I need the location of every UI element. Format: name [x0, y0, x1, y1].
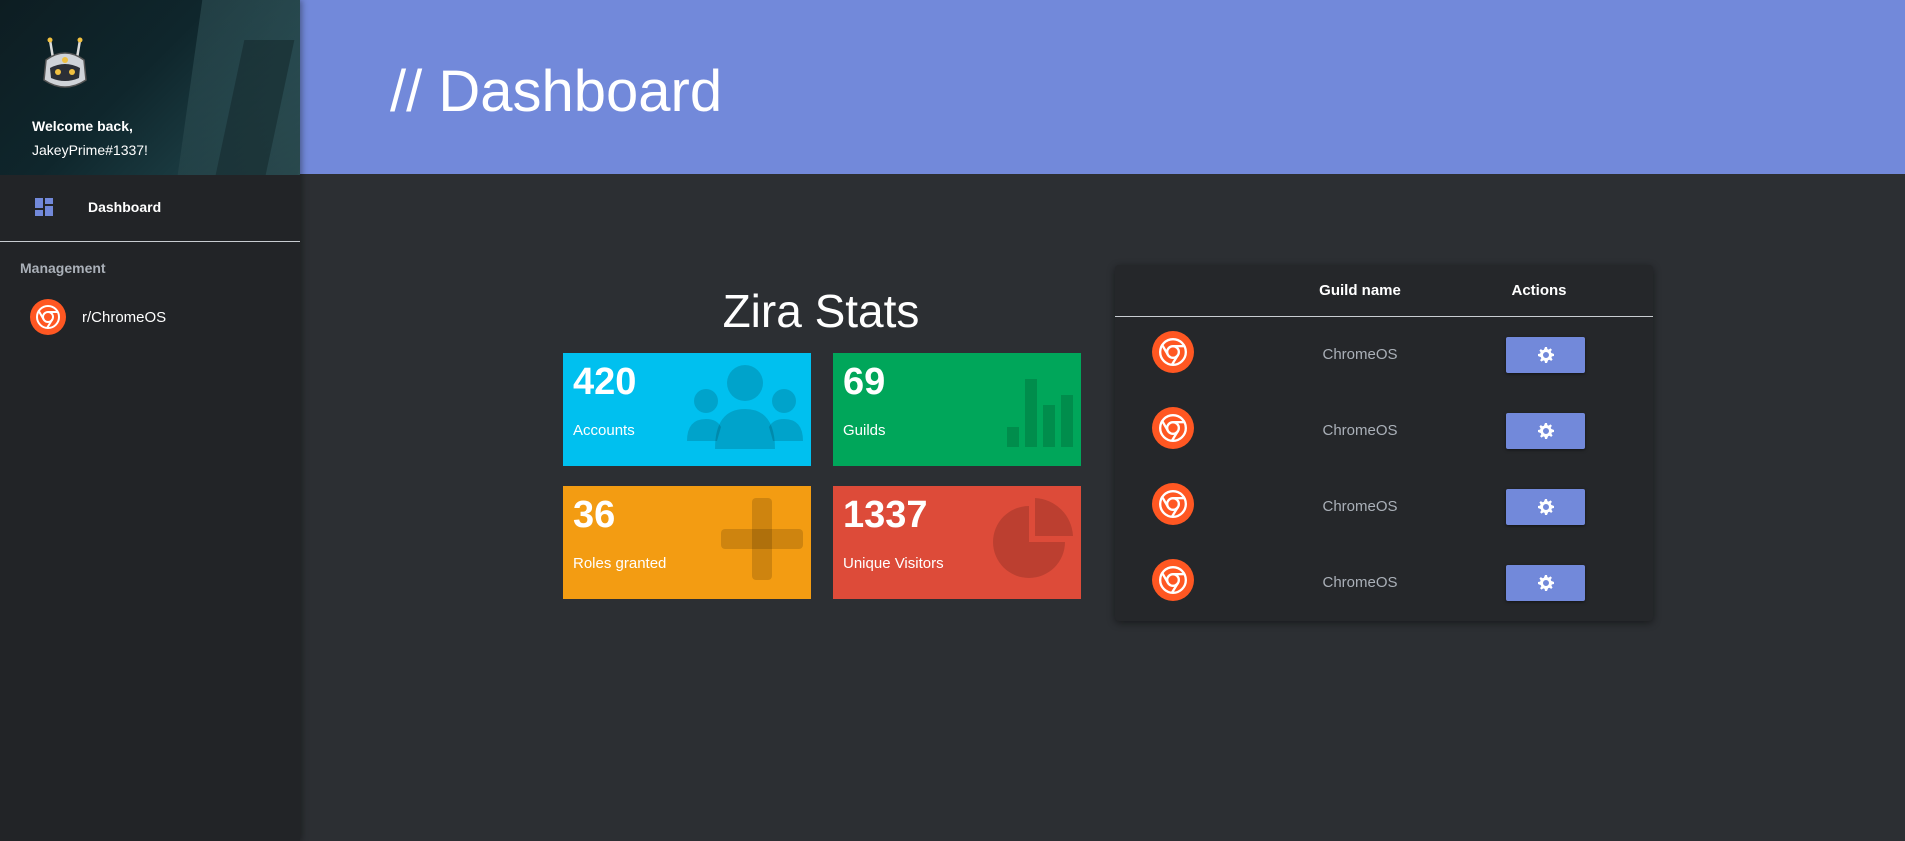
stat-card-unique-visitors: 1337 Unique Visitors — [833, 486, 1081, 599]
stat-value: 1337 — [843, 494, 928, 536]
welcome-text: Welcome back, — [32, 118, 133, 134]
stat-card-roles-granted: 36 Roles granted — [563, 486, 811, 599]
section-label-management: Management — [20, 260, 106, 276]
page-title: // Dashboard — [390, 59, 723, 124]
chrome-icon — [1152, 559, 1194, 601]
dashboard-icon — [35, 198, 53, 216]
chrome-icon — [30, 299, 66, 335]
guild-table: Guild name Actions ChromeOS ChromeOS Chr… — [1115, 265, 1653, 621]
bot-avatar — [43, 37, 87, 88]
chrome-icon — [1152, 483, 1194, 525]
guild-name-cell: ChromeOS — [1322, 346, 1398, 363]
gear-icon — [1537, 423, 1554, 439]
stat-card-accounts: 420 Accounts — [563, 353, 811, 466]
table-header: Guild name Actions — [1115, 265, 1653, 317]
guild-settings-button[interactable] — [1506, 565, 1585, 601]
stat-value: 69 — [843, 361, 886, 403]
column-header-actions: Actions — [1511, 282, 1567, 299]
stat-value: 36 — [573, 494, 616, 536]
gear-icon — [1537, 575, 1554, 591]
plus-icon — [721, 498, 803, 580]
gear-icon — [1537, 347, 1554, 363]
table-row: ChromeOS — [1115, 545, 1653, 621]
stat-label: Unique Visitors — [843, 555, 944, 572]
stat-card-guilds: 69 Guilds — [833, 353, 1081, 466]
stat-label: Guilds — [843, 422, 886, 439]
page-header: // Dashboard — [300, 0, 1905, 174]
table-row: ChromeOS — [1115, 317, 1653, 393]
guild-settings-button[interactable] — [1506, 413, 1585, 449]
sidebar-item-chromeos[interactable]: r/ChromeOS — [0, 292, 300, 342]
pie-chart-icon — [993, 498, 1073, 578]
chrome-icon — [1152, 407, 1194, 449]
chrome-icon — [1152, 331, 1194, 373]
gear-icon — [1537, 499, 1554, 515]
username-text: JakeyPrime#1337! — [32, 142, 148, 158]
bar-chart-icon — [1007, 379, 1073, 447]
profile-banner: Welcome back, JakeyPrime#1337! — [0, 0, 300, 175]
nav-item-label: Dashboard — [88, 199, 162, 215]
sidebar: Welcome back, JakeyPrime#1337! Dashboard… — [0, 0, 300, 841]
stat-label: Roles granted — [573, 555, 667, 572]
guild-settings-button[interactable] — [1506, 337, 1585, 373]
stat-value: 420 — [573, 361, 637, 403]
table-row: ChromeOS — [1115, 393, 1653, 469]
column-header-guild-name: Guild name — [1319, 282, 1401, 299]
guild-name-cell: ChromeOS — [1322, 574, 1398, 591]
stats-title: Zira Stats — [722, 285, 920, 337]
guild-settings-button[interactable] — [1506, 489, 1585, 525]
nav-item-dashboard[interactable]: Dashboard — [0, 175, 300, 239]
guild-name-cell: ChromeOS — [1322, 422, 1398, 439]
stat-label: Accounts — [573, 422, 635, 439]
sidebar-item-label: r/ChromeOS — [82, 308, 167, 326]
table-row: ChromeOS — [1115, 469, 1653, 545]
guild-name-cell: ChromeOS — [1322, 498, 1398, 515]
users-icon — [687, 365, 803, 449]
